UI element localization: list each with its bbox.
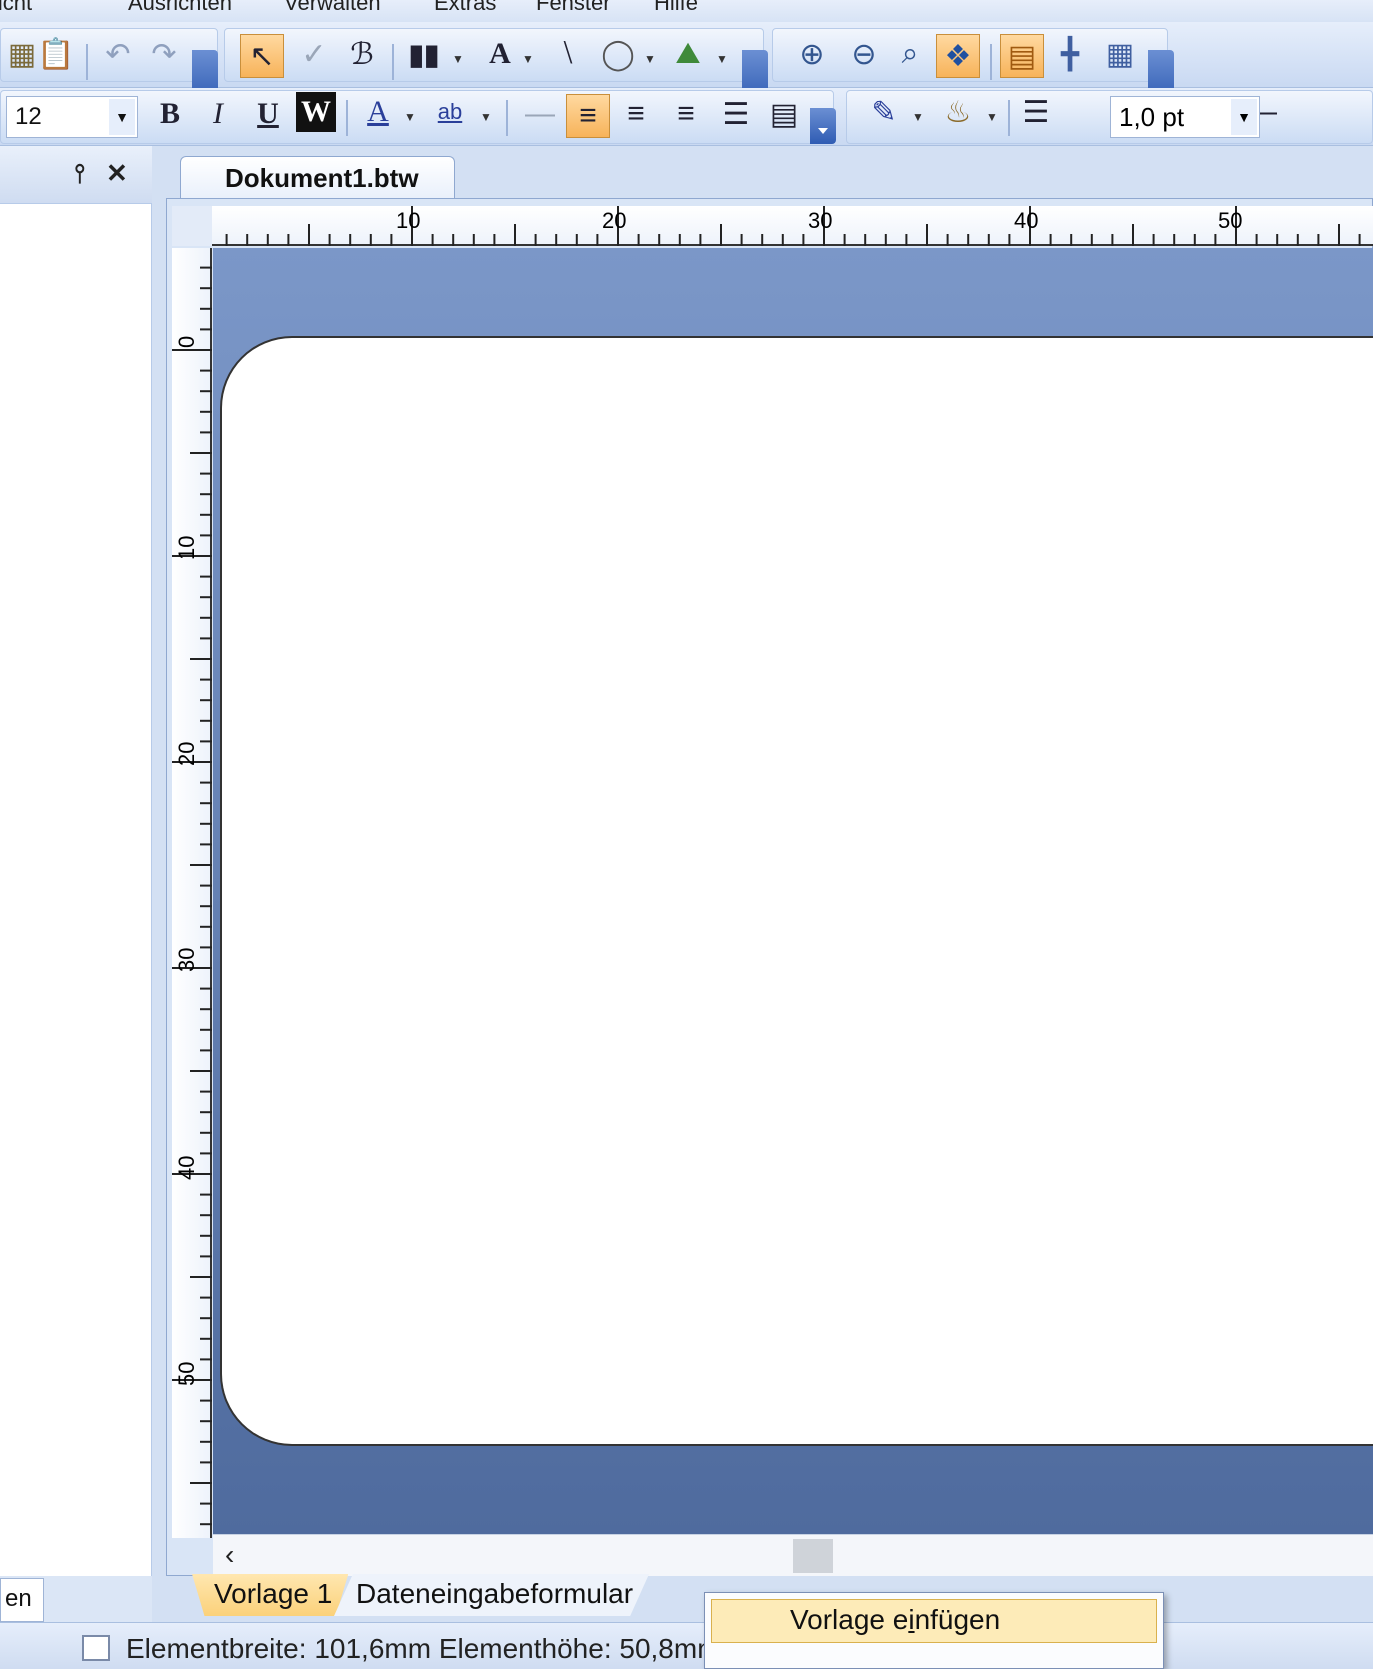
clipboard-icon[interactable]: 📋	[34, 32, 78, 76]
line-weight-value: 1,0 pt	[1119, 102, 1185, 132]
snap-grid-icon[interactable]: ╋	[1048, 32, 1092, 76]
tab-dateneingabeformular[interactable]: Dateneingabeformular	[334, 1574, 650, 1616]
zoom-selection-icon[interactable]: ⌕	[888, 32, 932, 76]
scroll-left-icon[interactable]: ‹	[225, 1539, 234, 1571]
chevron-down-icon[interactable]: ▼	[912, 110, 924, 124]
horizontal-scrollbar[interactable]: ‹	[213, 1534, 1373, 1576]
ruler-label: 50	[174, 1362, 199, 1386]
ruler-label: 0	[174, 336, 199, 348]
menu-item-label-start: Vorlage e	[790, 1604, 909, 1635]
ruler-label: 30	[174, 948, 199, 972]
font-color-button[interactable]: A	[356, 90, 400, 134]
fill-color-icon[interactable]: ♨	[936, 90, 980, 134]
menu-bar: Ansicht Ausrichten Verwalten Extras Fens…	[0, 0, 1373, 22]
chevron-down-icon[interactable]: ▼	[1231, 99, 1257, 135]
format-painter-icon[interactable]: ✓	[292, 32, 336, 76]
pin-icon[interactable]: ⫯	[74, 158, 85, 190]
chevron-down-icon[interactable]: ▼	[109, 99, 135, 135]
italic-button[interactable]: I	[196, 92, 240, 136]
align-right-icon[interactable]: ≡	[664, 92, 708, 136]
text-tool-icon[interactable]: A	[478, 32, 522, 76]
line-weight-combo[interactable]: 1,0 pt ▼	[1110, 96, 1260, 138]
barcode-icon[interactable]: ▮▮	[402, 32, 446, 76]
chevron-down-icon[interactable]: ▼	[452, 52, 464, 66]
menu-item-help[interactable]: Hilfe	[654, 0, 698, 16]
toolbar-overflow-button[interactable]	[810, 108, 836, 144]
line-color-icon[interactable]: ✎	[862, 90, 906, 134]
align-left-icon[interactable]: ≡	[566, 94, 610, 138]
left-docked-panel: ⫯ ✕	[0, 146, 152, 1576]
toolbar-separator	[86, 44, 88, 80]
chevron-down-icon[interactable]: ▼	[644, 52, 656, 66]
chevron-down-icon[interactable]: ▼	[716, 52, 728, 66]
picture-tool-icon[interactable]: ⛰	[666, 32, 710, 76]
line-tool-icon[interactable]: ⧵	[546, 32, 590, 76]
vertical-ruler-ticks: 0 10 20 30 40 50	[172, 266, 212, 1526]
close-icon[interactable]: ✕	[106, 158, 128, 189]
undo-icon[interactable]: ↶	[96, 32, 140, 76]
zoom-out-icon[interactable]: ⊖	[842, 32, 886, 76]
select-pointer-icon[interactable]: ↖	[240, 34, 284, 78]
element-size-icon	[82, 1635, 110, 1661]
line-spacing-icon[interactable]: —	[518, 92, 562, 136]
wordart-button[interactable]: W	[296, 92, 336, 132]
horizontal-ruler-ticks: 10 20 30 40 50	[205, 206, 1361, 246]
text-cursor-icon[interactable]: ℬ	[340, 32, 384, 76]
highlight-button[interactable]: ab	[428, 90, 472, 134]
scroll-thumb[interactable]	[793, 1539, 833, 1573]
chevron-down-icon[interactable]: ▼	[986, 110, 998, 124]
ruler-label: 10	[396, 208, 420, 233]
ruler-label: 20	[174, 742, 199, 766]
toolbar-separator	[990, 44, 992, 80]
left-panel-header: ⫯ ✕	[0, 146, 152, 204]
status-text: Elementbreite: 101,6mm Elementhöhe: 50,8…	[126, 1633, 721, 1664]
zoom-in-icon[interactable]: ⊕	[790, 32, 834, 76]
horizontal-ruler[interactable]: 10 20 30 40 50	[205, 206, 1373, 246]
ruler-corner	[172, 206, 212, 246]
ruler-label: 20	[602, 208, 626, 233]
toolbar-separator	[392, 44, 394, 80]
label-template[interactable]	[220, 336, 1373, 1446]
ruler-label: 10	[174, 536, 199, 560]
app-window: Ansicht Ausrichten Verwalten Extras Fens…	[0, 0, 1373, 1669]
menu-item-label-end: nfügen	[914, 1604, 1001, 1635]
font-size-combo[interactable]: 12 ▼	[6, 96, 138, 138]
ruler-toggle-icon[interactable]: ▤	[1000, 34, 1044, 78]
chevron-down-icon[interactable]: ▼	[522, 52, 534, 66]
shape-tool-icon[interactable]: ◯	[596, 32, 640, 76]
chevron-down-icon[interactable]: ▼	[480, 110, 492, 124]
fit-page-icon[interactable]: ❖	[936, 34, 980, 78]
menu-item-view[interactable]: Ansicht	[0, 0, 32, 16]
toolbar-separator	[506, 100, 508, 136]
ruler-label: 50	[1218, 208, 1242, 233]
line-weight-icon[interactable]: ☰	[1014, 90, 1058, 134]
toolbar-separator	[346, 100, 348, 136]
font-size-value: 12	[15, 103, 42, 130]
bold-button[interactable]: B	[148, 92, 192, 136]
chevron-down-icon[interactable]: ▼	[404, 110, 416, 124]
justify-icon[interactable]: ☰	[714, 92, 758, 136]
ruler-label: 40	[174, 1156, 199, 1180]
underline-button[interactable]: U	[246, 92, 290, 136]
standard-toolbar: ▦ 📋 ↶ ↷ ↖ ✓ ℬ ▮▮ ▼ A ▼ ⧵ ◯ ▼ ⛰ ▼ ⊕ ⊖ ⌕ ❖…	[0, 22, 1373, 104]
tab-vorlage-1[interactable]: Vorlage 1	[192, 1574, 349, 1616]
menu-item-window[interactable]: Fenster	[536, 0, 611, 16]
ruler-label: 40	[1014, 208, 1038, 233]
left-panel-tab[interactable]: en	[0, 1578, 44, 1622]
redo-icon[interactable]: ↷	[142, 32, 186, 76]
status-bar: Elementbreite: 101,6mm Elementhöhe: 50,8…	[0, 1622, 1373, 1669]
toolbar-separator	[1008, 100, 1010, 136]
menu-item-manage[interactable]: Verwalten	[284, 0, 381, 16]
menu-item-tools[interactable]: Extras	[434, 0, 496, 16]
ruler-label: 30	[808, 208, 832, 233]
grid-icon[interactable]: ▦	[1098, 32, 1142, 76]
context-menu: Vorlage einfügen	[704, 1592, 1164, 1669]
align-center-icon[interactable]: ≡	[614, 92, 658, 136]
vertical-ruler[interactable]: 0 10 20 30 40 50	[172, 248, 212, 1538]
menu-item-arrange[interactable]: Ausrichten	[128, 0, 232, 16]
document-tab[interactable]: Dokument1.btw	[180, 156, 455, 198]
menu-item-insert-template[interactable]: Vorlage einfügen	[711, 1599, 1157, 1643]
fit-text-icon[interactable]: ▤	[762, 92, 806, 136]
